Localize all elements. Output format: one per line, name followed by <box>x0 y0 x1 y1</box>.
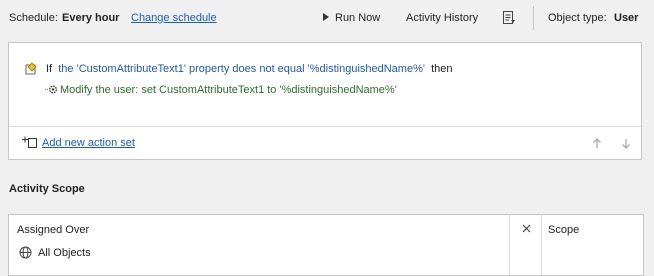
scope-row-assigned-over[interactable]: All Objects <box>38 246 91 260</box>
rule-action-text[interactable]: Modify the user: set CustomAttributeText… <box>60 83 397 97</box>
close-icon[interactable] <box>522 224 531 233</box>
schedule-label: Schedule: <box>9 12 58 24</box>
toolbar-separator <box>533 6 534 30</box>
if-keyword: If <box>46 63 53 75</box>
play-icon <box>323 13 329 21</box>
arrow-up-icon[interactable] <box>592 138 602 149</box>
globe-icon <box>19 246 32 259</box>
rules-panel: If the 'CustomAttributeText1' property d… <box>8 42 642 160</box>
run-now-button[interactable]: Run Now <box>323 11 380 25</box>
object-type-label: Object type: <box>548 12 607 24</box>
rules-divider <box>9 126 641 127</box>
add-action-set-icon[interactable] <box>22 136 38 149</box>
object-type-value: User <box>614 12 639 24</box>
condition-icon <box>25 62 39 76</box>
change-schedule-link[interactable]: Change schedule <box>131 11 217 25</box>
toolbar: Schedule: Every hour Change schedule Run… <box>0 0 654 36</box>
activity-scope-grid: Assigned Over Scope All Objects <box>8 214 644 276</box>
condition-text[interactable]: the 'CustomAttributeText1' property does… <box>58 63 425 75</box>
activity-history-button[interactable]: Activity History <box>406 11 478 25</box>
run-now-label: Run Now <box>335 12 381 24</box>
column-separator <box>541 215 542 275</box>
document-list-icon[interactable] <box>502 10 517 26</box>
arrow-down-icon[interactable] <box>621 138 631 149</box>
gear-icon <box>45 83 58 96</box>
then-keyword: then <box>431 63 453 75</box>
column-scope[interactable]: Scope <box>548 223 579 237</box>
schedule-value: Every hour <box>62 12 120 24</box>
activity-scope-title: Activity Scope <box>9 183 85 195</box>
column-assigned-over[interactable]: Assigned Over <box>17 223 89 237</box>
add-action-set-link[interactable]: Add new action set <box>42 136 135 150</box>
rule-condition-line[interactable]: If the 'CustomAttributeText1' property d… <box>46 62 453 76</box>
column-separator <box>509 215 510 275</box>
